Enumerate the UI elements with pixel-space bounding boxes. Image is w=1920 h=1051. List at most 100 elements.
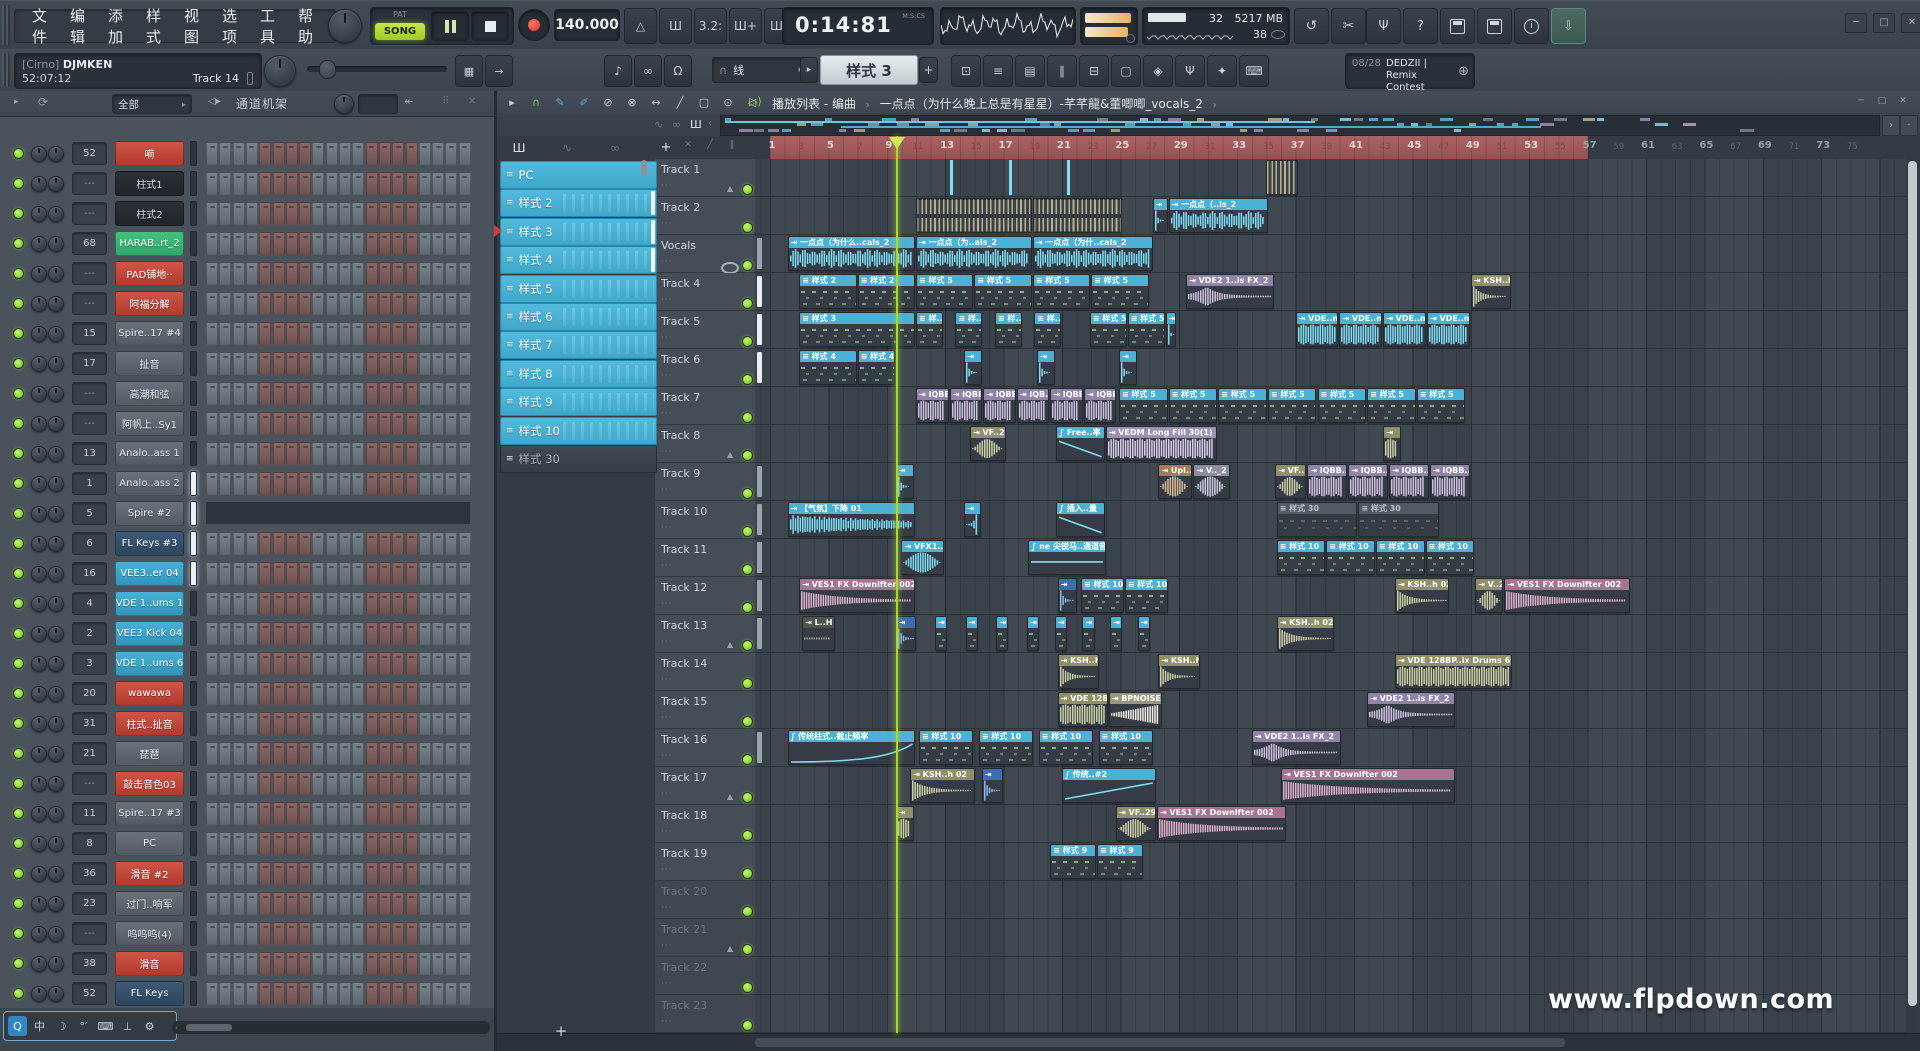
clip-mb[interactable]: ⇥: [1058, 578, 1077, 613]
track-clip-slot[interactable]: [757, 732, 762, 763]
channel-select-bar[interactable]: [190, 771, 197, 796]
clip-p[interactable]: ≡ 样式 10: [919, 730, 973, 765]
step-cell[interactable]: [339, 622, 351, 645]
step-cell[interactable]: [259, 832, 271, 855]
channel-button[interactable]: 柱式1: [115, 171, 184, 196]
step-cell[interactable]: [219, 982, 231, 1005]
step-cell[interactable]: [206, 202, 218, 225]
step-cell[interactable]: [432, 742, 444, 765]
browser-icon[interactable]: ⊟: [1079, 55, 1109, 87]
channel-volume-knob[interactable]: [48, 836, 64, 852]
channel-button[interactable]: Spire..17 #4: [115, 321, 184, 346]
step-cell[interactable]: [379, 532, 391, 555]
step-cell[interactable]: [312, 862, 324, 885]
clip-p[interactable]: ≡ 样式 9: [1097, 844, 1143, 879]
channel-volume-knob[interactable]: [48, 266, 64, 282]
step-cell[interactable]: [326, 532, 338, 555]
track-lane[interactable]: ⇥⇥ VF..29⇥ VES1 FX Downlfter 002: [755, 805, 1918, 843]
channel-filter-select[interactable]: 全部 ▸: [112, 94, 192, 114]
step-cell[interactable]: [432, 172, 444, 195]
step-cell[interactable]: [246, 922, 258, 945]
track-name-cell[interactable]: Track 21···▲: [655, 919, 755, 957]
step-cell[interactable]: [445, 622, 457, 645]
detach-icon[interactable]: ⊡: [951, 55, 981, 87]
clip-pt[interactable]: ⇥: [1055, 616, 1067, 651]
step-cell[interactable]: [246, 472, 258, 495]
track-group-arrow-icon[interactable]: ▲: [727, 792, 733, 801]
track-lane[interactable]: ⇥ VDE 128BP..ix Drums 6⇥ BPNOISE - Sweep…: [755, 691, 1918, 729]
clip-p[interactable]: ≡ 样式 4: [858, 350, 895, 385]
step-cell[interactable]: [299, 292, 311, 315]
step-cell[interactable]: [273, 472, 285, 495]
clip-a-ol[interactable]: ⇥ VF..29: [1116, 806, 1156, 841]
clip-a-ol[interactable]: ⇥ VDE 128BP..ix Drums 6: [1395, 654, 1512, 689]
step-cell[interactable]: [246, 592, 258, 615]
step-cell[interactable]: [392, 832, 404, 855]
step-cell[interactable]: [392, 622, 404, 645]
step-cell[interactable]: [273, 532, 285, 555]
track-name-cell[interactable]: Track 4···: [655, 273, 755, 311]
step-cell[interactable]: [312, 262, 324, 285]
clip-au[interactable]: ∫ 插入..量: [1056, 502, 1105, 537]
step-cell[interactable]: [206, 922, 218, 945]
track-menu-dots[interactable]: ···: [661, 599, 673, 609]
record-button[interactable]: [518, 9, 550, 41]
step-cell[interactable]: [312, 712, 324, 735]
channel-target-box[interactable]: 6: [72, 532, 107, 555]
track-mute-led[interactable]: [742, 906, 753, 917]
step-cell[interactable]: [312, 922, 324, 945]
track-lane[interactable]: ⇥ 一点点（为什么..cals_2⇥ 一点点（为..als_2⇥ 一点点（为什.…: [755, 235, 1918, 273]
clip-p[interactable]: ≡ 样式 5: [1169, 388, 1218, 423]
news-panel[interactable]: 08/28 DEDZII | Remix Contest ⊕: [1345, 53, 1475, 89]
step-cell[interactable]: [219, 442, 231, 465]
step-cell[interactable]: [352, 472, 364, 495]
step-cell[interactable]: [432, 442, 444, 465]
channel-target-box[interactable]: ---: [72, 262, 107, 285]
clip-pt[interactable]: ⇥: [1110, 616, 1122, 651]
step-cell[interactable]: [379, 562, 391, 585]
clip-p[interactable]: ≡ 样式 5: [1367, 388, 1416, 423]
menu-item-工具[interactable]: 工具: [251, 5, 289, 47]
step-cell[interactable]: [286, 322, 298, 345]
pause-button[interactable]: [431, 11, 469, 41]
clip-a-ol[interactable]: ⇥ KSH..h 02: [1058, 654, 1099, 689]
step-cell[interactable]: [379, 982, 391, 1005]
step-cell[interactable]: [246, 892, 258, 915]
channel-led[interactable]: [13, 988, 24, 999]
step-cell[interactable]: [445, 952, 457, 975]
cut-icon[interactable]: ✂: [1331, 8, 1366, 44]
step-cell[interactable]: [219, 682, 231, 705]
clip-p[interactable]: ≡ 样式 5: [916, 274, 973, 309]
clip-au[interactable]: ∫ 传统..#2: [1062, 768, 1156, 803]
clip-pg[interactable]: ≡ 样式 30: [1277, 502, 1358, 537]
clip-p[interactable]: ≡ 样式 5: [974, 274, 1031, 309]
step-cell[interactable]: [326, 832, 338, 855]
step-cell[interactable]: [406, 682, 418, 705]
channel-pan-knob[interactable]: [31, 776, 47, 792]
center-icon[interactable]: 中: [30, 1016, 49, 1036]
step-cell[interactable]: [273, 622, 285, 645]
step-cell[interactable]: [459, 892, 471, 915]
step-cell[interactable]: [326, 442, 338, 465]
step-cell[interactable]: [352, 142, 364, 165]
line-tool-select[interactable]: ∩ 线 ▸: [712, 57, 810, 83]
step-cell[interactable]: [392, 892, 404, 915]
step-cell[interactable]: [366, 142, 378, 165]
step-cell[interactable]: [419, 352, 431, 375]
step-cell[interactable]: [339, 142, 351, 165]
channel-button[interactable]: 滑音: [115, 951, 184, 976]
minimize-icon[interactable]: ─: [1845, 13, 1867, 33]
step-cell[interactable]: [432, 652, 444, 675]
step-cell[interactable]: [206, 262, 218, 285]
clip-p[interactable]: ≡ 样式 4: [799, 350, 856, 385]
step-cell[interactable]: [339, 652, 351, 675]
track-lane[interactable]: ⇥ VF..29∫ Free..率⇥ VEDM Long Fill 30(1)⇥: [755, 425, 1918, 463]
channel-pan-knob[interactable]: [31, 296, 47, 312]
step-cell[interactable]: [352, 322, 364, 345]
menu-item-添加[interactable]: 添加: [99, 5, 137, 47]
step-cell[interactable]: [352, 922, 364, 945]
step-cell[interactable]: [286, 142, 298, 165]
step-cell[interactable]: [459, 382, 471, 405]
step-cell[interactable]: [206, 952, 218, 975]
clip-a-pu[interactable]: ⇥ VDE2 1..is FX_2: [1186, 274, 1274, 309]
